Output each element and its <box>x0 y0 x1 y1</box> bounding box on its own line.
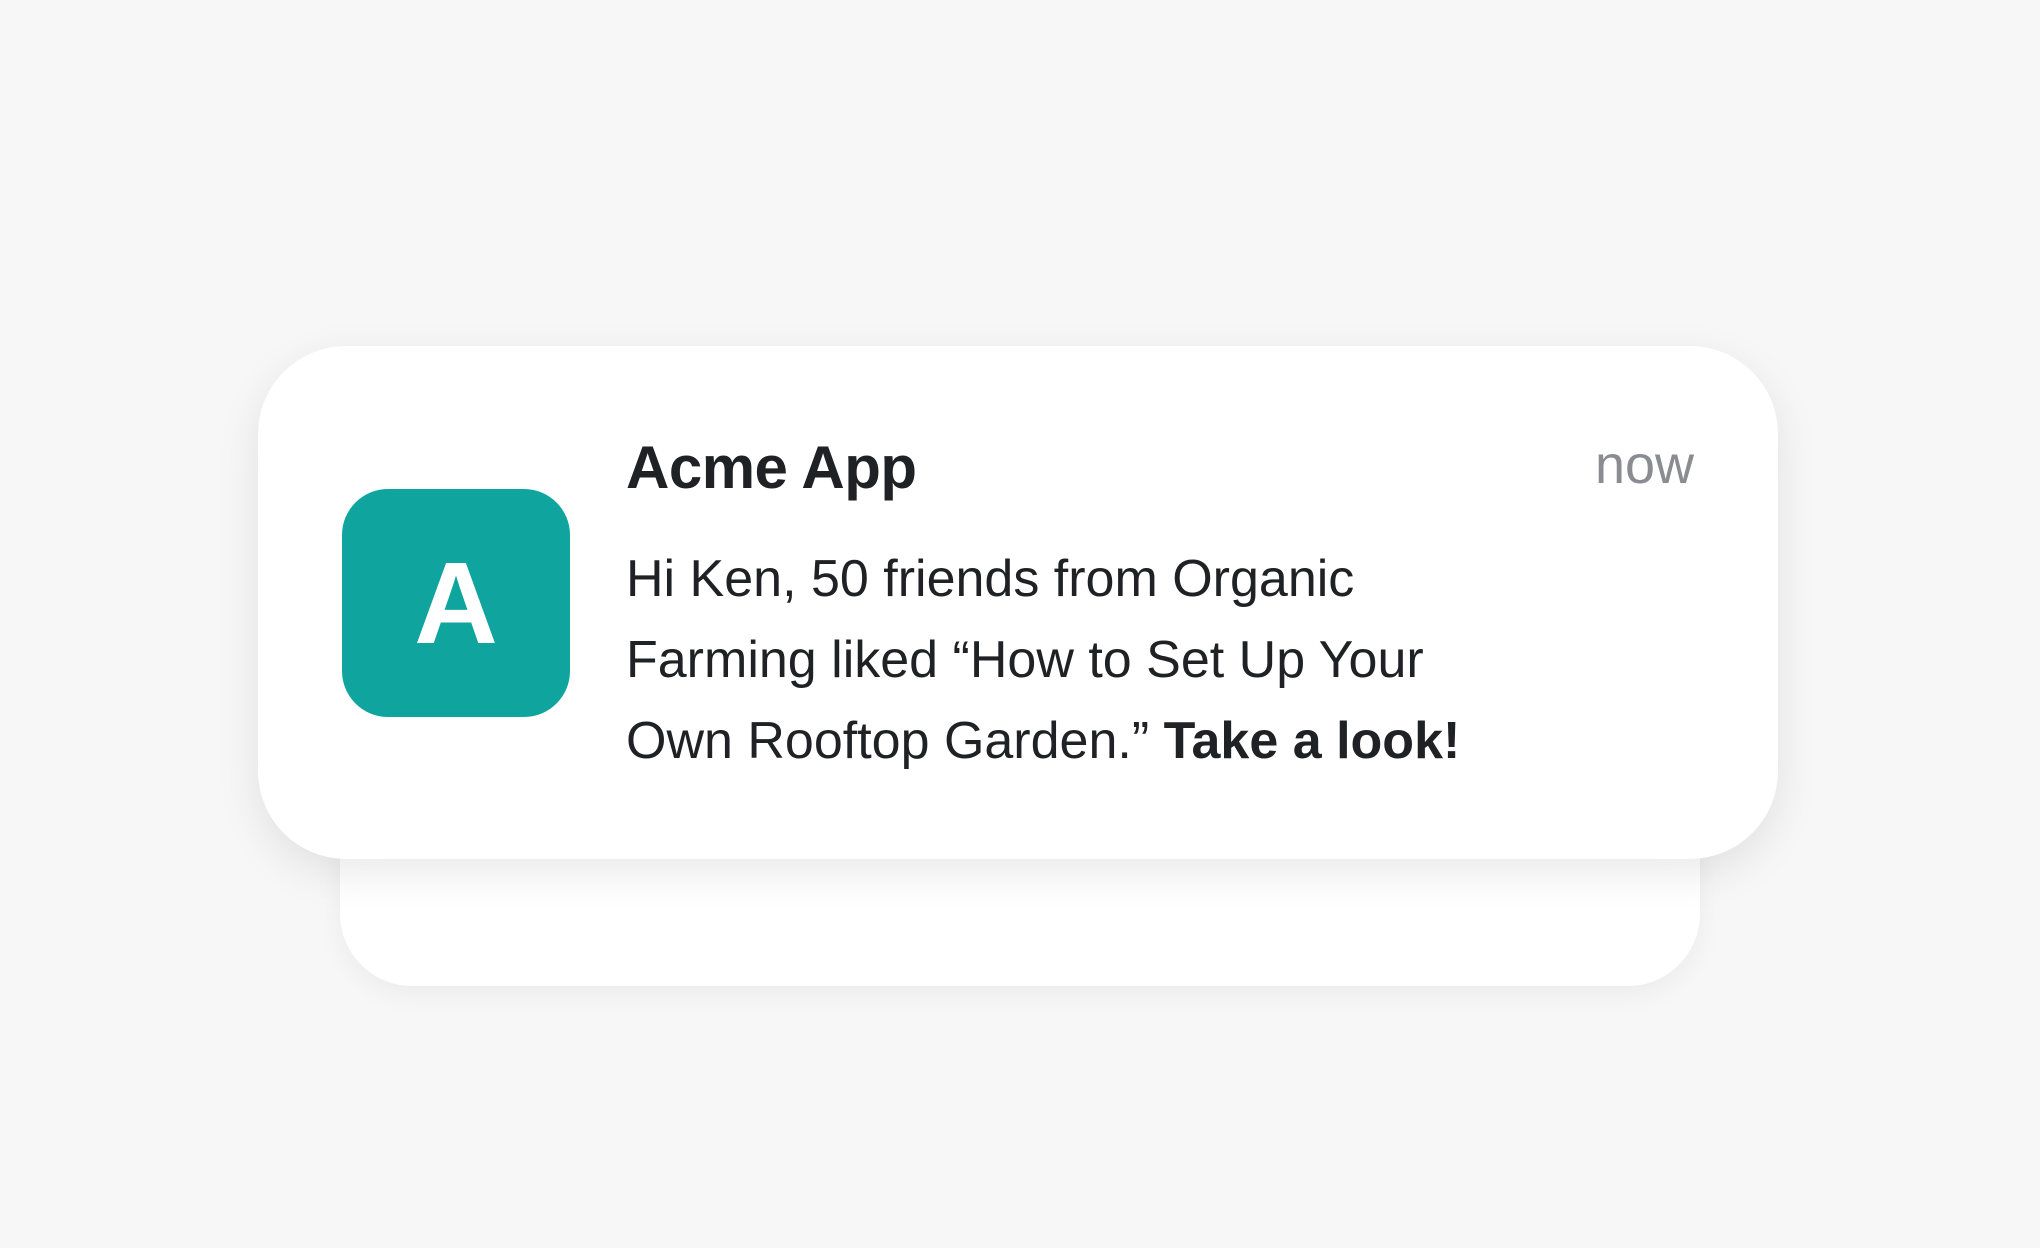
call-to-action[interactable]: Take a look! <box>1164 712 1461 770</box>
app-name: Acme App <box>626 434 917 501</box>
app-icon-letter: A <box>414 538 498 668</box>
notification-card[interactable]: A Acme App now Hi Ken, 50 friends from O… <box>258 346 1778 859</box>
message-line-3: Own Rooftop Garden.” <box>626 712 1164 770</box>
notification-message: Hi Ken, 50 friends from Organic Farming … <box>626 539 1576 782</box>
notification-stack: A Acme App now Hi Ken, 50 friends from O… <box>0 0 2040 1248</box>
message-line-2: Farming liked “How to Set Up Your <box>626 631 1424 689</box>
app-icon: A <box>342 489 570 717</box>
notification-timestamp: now <box>1594 435 1694 495</box>
message-line-1: Hi Ken, 50 friends from Organic <box>626 550 1355 608</box>
